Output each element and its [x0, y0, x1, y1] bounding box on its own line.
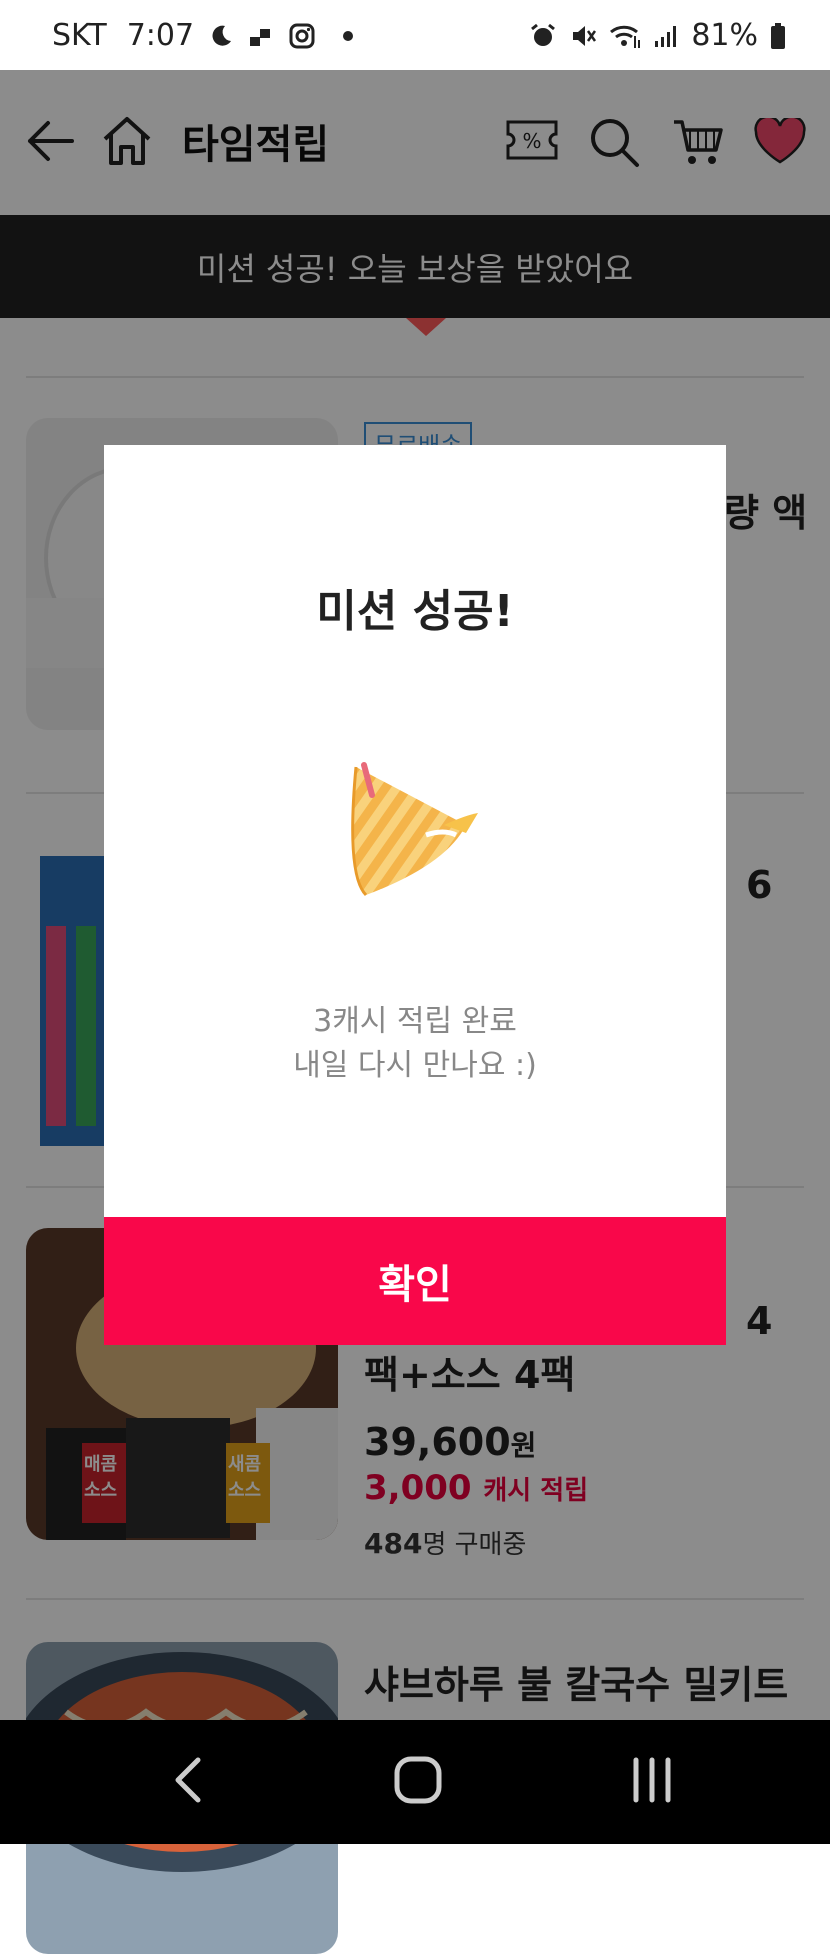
party-popper-icon [326, 755, 486, 915]
moon-icon [208, 23, 234, 49]
carrier-label: SKT [52, 18, 107, 53]
instagram-icon [288, 22, 316, 50]
back-nav-icon[interactable] [160, 1750, 220, 1810]
dialog-message: 3캐시 적립 완료 내일 다시 만나요 :) [104, 1000, 726, 1088]
mission-success-dialog: 미션 성공! 3캐시 적립 완료 내일 다시 만나요 :) 확인 [104, 445, 726, 1345]
system-nav-bar [0, 1720, 830, 1844]
clock-label: 7:07 [126, 18, 195, 53]
confirm-button[interactable]: 확인 [104, 1217, 726, 1345]
recents-nav-icon[interactable] [622, 1750, 682, 1810]
dialog-message-line1: 3캐시 적립 완료 [313, 1004, 517, 1039]
dialog-title: 미션 성공! [316, 586, 514, 637]
dialog-message-line2: 내일 다시 만나요 :) [293, 1048, 537, 1083]
battery-icon [770, 22, 786, 50]
home-nav-icon[interactable] [388, 1750, 448, 1810]
dot-icon [342, 30, 354, 42]
signal-icon [653, 23, 679, 49]
status-bar: SKT 7:07 81% [0, 0, 830, 70]
mute-icon [569, 22, 597, 50]
wifi-icon [609, 22, 641, 50]
alarm-icon [529, 22, 557, 50]
battery-label: 81% [691, 18, 758, 53]
notification-icon [248, 23, 274, 49]
